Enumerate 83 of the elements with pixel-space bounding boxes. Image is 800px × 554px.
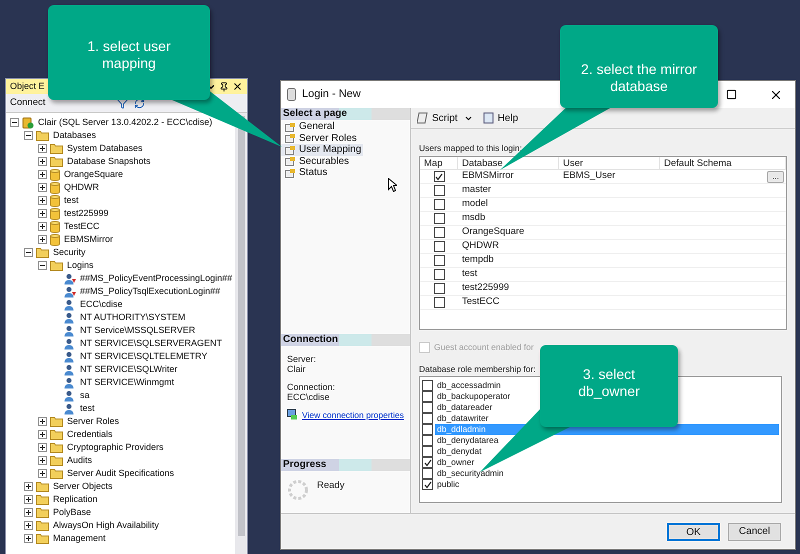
page-item[interactable]: Status (281, 167, 330, 178)
browse-button[interactable]: ... (767, 170, 784, 182)
server-label: Server: (287, 354, 318, 364)
script-button[interactable]: Script (417, 110, 473, 126)
role-item[interactable]: db_datareader (435, 402, 494, 413)
tree-item[interactable]: NT AUTHORITY\SYSTEM (80, 311, 186, 324)
table-cell-text: OrangeSquare (461, 225, 526, 240)
column-header[interactable]: Default Schema (660, 157, 786, 169)
table-cell-text: tempdb (461, 253, 495, 268)
page-item[interactable]: Server Roles (281, 132, 359, 144)
tree-item[interactable]: ECC\cdise (80, 298, 123, 311)
table-cell-text: test225999 (461, 281, 510, 296)
tree-item[interactable]: NT SERVICE\SQLTELEMETRY (80, 350, 208, 363)
table-cell-text: model (461, 197, 489, 212)
table-cell: EBMS_User (563, 170, 616, 182)
connection-label: Connection: (287, 382, 336, 392)
connection-value: ECC\cdise (287, 392, 331, 402)
section-header: Progress (281, 459, 410, 471)
role-item[interactable]: db_denydat (435, 446, 484, 457)
tree-item[interactable]: Audits (67, 454, 92, 467)
tree-item[interactable]: Replication (53, 493, 98, 506)
table-cell-text: QHDWR (461, 239, 500, 254)
tree-item[interactable]: Database Snapshots (67, 155, 151, 168)
help-button[interactable]: Help (482, 110, 518, 126)
column-header[interactable]: Map (420, 157, 458, 169)
tree-item[interactable]: EBMSMirror (64, 233, 113, 246)
role-item[interactable]: db_backupoperator (435, 391, 512, 402)
tree-item[interactable]: OrangeSquare (64, 168, 124, 181)
tree-item[interactable]: Management (53, 532, 106, 545)
ok-button[interactable]: OK (667, 522, 720, 540)
page-item[interactable]: General (281, 121, 337, 132)
tree-item[interactable]: Security (53, 246, 86, 259)
connect-button[interactable]: Connect (10, 96, 46, 110)
role-item[interactable]: db_owner (435, 457, 476, 468)
tree-item[interactable]: PolyBase (53, 506, 92, 519)
table-cell-text: TestECC (461, 295, 500, 310)
page-item[interactable]: User Mapping (281, 144, 364, 156)
tree-item[interactable]: Clair (SQL Server 13.0.4202.2 - ECC\cdise) (38, 116, 212, 129)
tree-item[interactable]: NT SERVICE\SQLSERVERAGENT (80, 337, 222, 350)
tree-item[interactable]: ##MS_PolicyTsqlExecutionLogin## (80, 285, 220, 298)
tree-item[interactable]: TestECC (64, 220, 100, 233)
table-cell-text: test (461, 267, 478, 282)
guest-account-label: Guest account enabled for (434, 340, 534, 354)
role-item[interactable]: db_accessadmin (435, 380, 503, 391)
column-header[interactable]: User (559, 157, 660, 169)
tree-item[interactable]: NT SERVICE\SQLWriter (80, 363, 178, 376)
section-header: Select a page (281, 108, 410, 120)
tree-item[interactable]: Server Objects (53, 480, 113, 493)
server-value: Clair (287, 364, 307, 374)
tree-item[interactable]: Server Roles (67, 415, 120, 428)
tree-item[interactable]: QHDWR (64, 181, 99, 194)
tree-item[interactable]: sa (80, 389, 90, 402)
panel-title: Object E (10, 80, 45, 93)
tree-item[interactable]: Server Audit Specifications (67, 467, 174, 480)
tree-item[interactable]: test (80, 402, 95, 415)
tree-item[interactable]: test225999 (64, 207, 109, 220)
role-item[interactable]: db_securityadmin (435, 468, 506, 479)
progress-status: Ready (317, 479, 344, 493)
callout-bubble: 2. select the mirror database (560, 25, 718, 108)
role-item[interactable]: public (435, 479, 462, 490)
tree-item[interactable]: AlwaysOn High Availability (53, 519, 159, 532)
tree-item[interactable]: Credentials (67, 428, 113, 441)
table-cell-text: msdb (461, 211, 486, 226)
role-item[interactable]: db_denydatarea (435, 435, 500, 446)
tree-item[interactable]: NT Service\MSSQLSERVER (80, 324, 196, 337)
tree-item[interactable]: Cryptographic Providers (67, 441, 164, 454)
table-cell-text: EBMSMirror (461, 169, 515, 184)
page-item[interactable]: Securables (281, 156, 352, 167)
tree-item[interactable]: NT SERVICE\Winmgmt (80, 376, 174, 389)
callout-bubble: 1. select user mapping (48, 5, 210, 100)
callout-bubble: 3. select db_owner (540, 345, 678, 427)
tree-item[interactable]: System Databases (67, 142, 143, 155)
role-item[interactable]: db_datawriter (435, 413, 491, 424)
cancel-button[interactable]: Cancel (728, 522, 781, 540)
users-mapped-label: Users mapped to this login: (419, 143, 523, 154)
tree-item[interactable]: Databases (53, 129, 96, 142)
table-cell-text: master (461, 183, 492, 198)
section-header: Connection (281, 334, 410, 346)
tree-item[interactable]: test (64, 194, 79, 207)
tree-item[interactable]: Logins (67, 259, 94, 272)
tree-item[interactable]: ##MS_PolicyEventProcessingLogin## (80, 272, 232, 285)
connection-properties-link[interactable]: View connection properties (302, 410, 404, 420)
role-membership-label: Database role membership for: (419, 364, 536, 375)
